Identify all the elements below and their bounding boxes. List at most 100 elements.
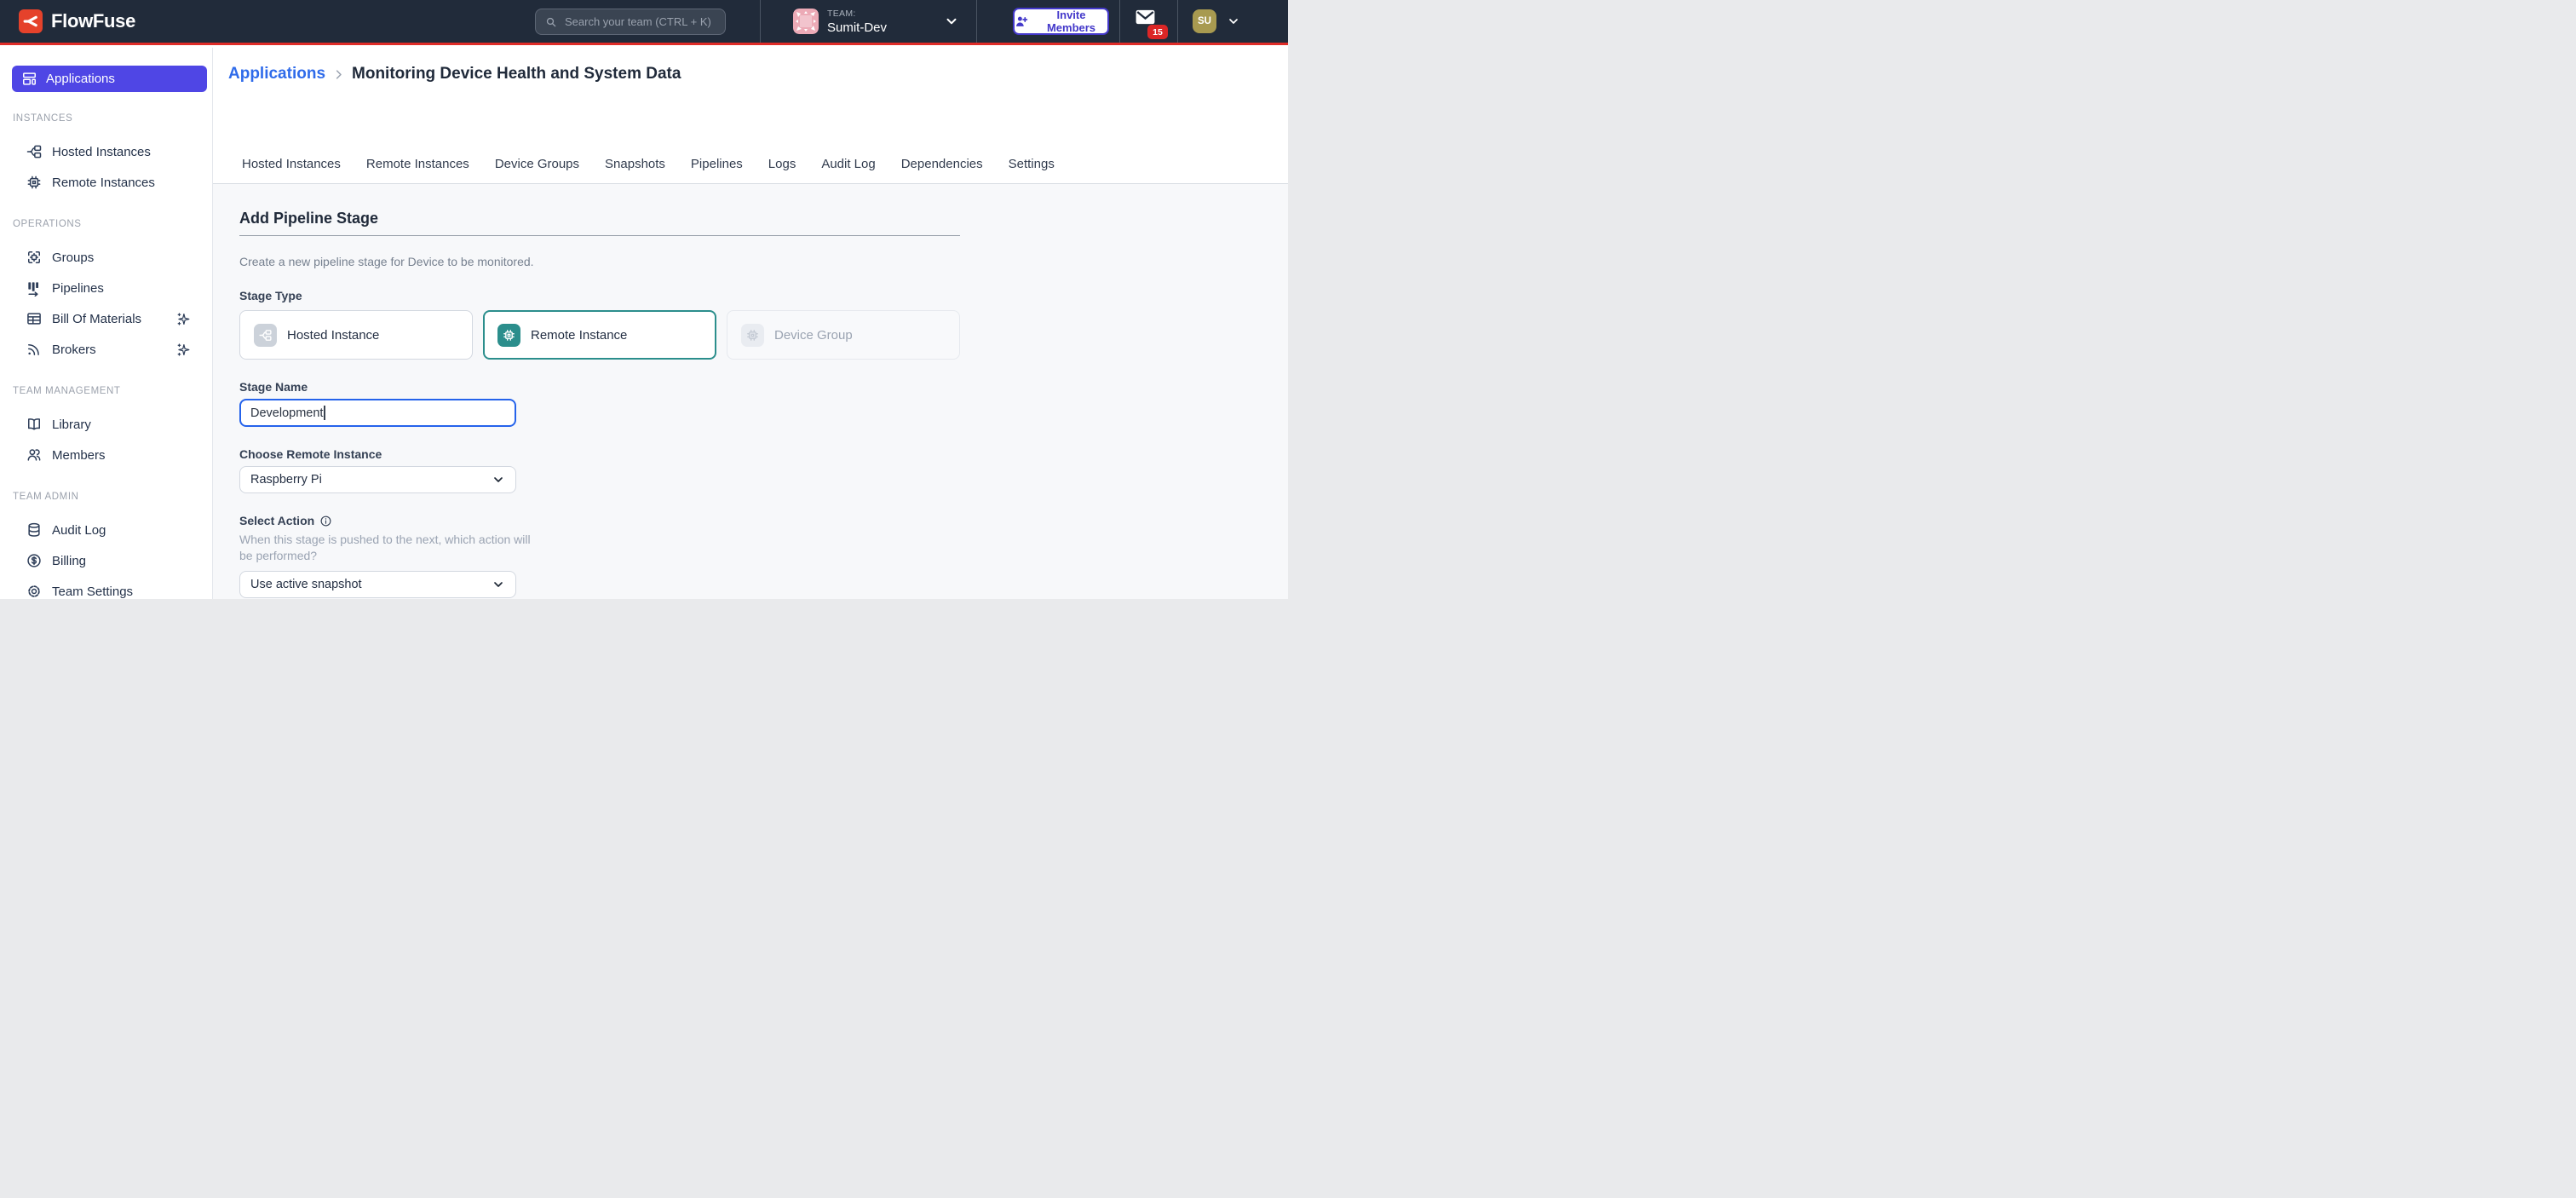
remote-instance-selected-value: Raspberry Pi: [250, 473, 322, 487]
main-header: Applications Monitoring Device Health an…: [213, 48, 1288, 184]
team-name: Sumit-Dev: [827, 20, 887, 35]
app-window: FlowFuse: [0, 0, 1288, 599]
stage-type-hosted-instance[interactable]: Hosted Instance: [239, 310, 473, 360]
hosted-instances-icon: [26, 143, 43, 160]
form-title: Add Pipeline Stage: [239, 210, 960, 228]
brokers-icon: [26, 341, 43, 358]
hosted-instance-icon: [254, 324, 277, 347]
sidebar-item-label: Library: [52, 418, 91, 432]
sidebar-item-label: Remote Instances: [52, 176, 155, 190]
sidebar-item-applications[interactable]: Applications: [12, 66, 207, 92]
members-icon: [26, 446, 43, 464]
navbar-divider: [976, 0, 977, 43]
tab-device-groups[interactable]: Device Groups: [495, 157, 579, 183]
invite-members-label: Invite Members: [1035, 9, 1107, 34]
stage-type-option-label: Remote Instance: [531, 328, 627, 343]
text-caret: [324, 406, 325, 420]
sidebar-section-title: TEAM MANAGEMENT: [0, 383, 212, 399]
team-settings-icon: [26, 583, 43, 599]
sidebar-item-label: Billing: [52, 554, 86, 568]
billing-icon: [26, 552, 43, 569]
sidebar-item-remote-instances[interactable]: Remote Instances: [0, 167, 212, 198]
action-selected-value: Use active snapshot: [250, 578, 362, 591]
groups-icon: [26, 249, 43, 266]
tab-remote-instances[interactable]: Remote Instances: [366, 157, 469, 183]
sidebar-item-team-settings[interactable]: Team Settings: [0, 576, 212, 599]
breadcrumb-applications-link[interactable]: Applications: [228, 65, 325, 84]
stage-type-label: Stage Type: [239, 289, 960, 302]
invite-members-button[interactable]: Invite Members: [1013, 8, 1109, 35]
stage-name-input[interactable]: Development: [239, 399, 516, 427]
pipelines-icon: [26, 279, 43, 297]
applications-icon: [21, 71, 37, 87]
team-avatar: [793, 9, 819, 34]
remote-instances-icon: [26, 174, 43, 191]
sidebar-item-library[interactable]: Library: [0, 409, 212, 440]
remote-instance-select[interactable]: Raspberry Pi: [239, 466, 516, 493]
team-search[interactable]: [535, 9, 726, 35]
sidebar-section-team-admin: TEAM ADMIN Audit Log: [0, 489, 212, 599]
tab-pipelines[interactable]: Pipelines: [691, 157, 743, 183]
select-action-description: When this stage is pushed to the next, w…: [239, 532, 544, 564]
sidebar-item-hosted-instances[interactable]: Hosted Instances: [0, 136, 212, 167]
notifications-button[interactable]: 15: [1134, 7, 1166, 36]
tab-audit-log[interactable]: Audit Log: [821, 157, 875, 183]
remote-instance-icon: [497, 324, 520, 347]
tab-hosted-instances[interactable]: Hosted Instances: [242, 157, 341, 183]
chevron-right-icon: [332, 68, 345, 81]
sparkles-icon: [175, 342, 192, 358]
chevron-down-icon: [492, 473, 505, 487]
stage-type-option-label: Hosted Instance: [287, 328, 379, 343]
top-navbar: FlowFuse: [0, 0, 1288, 45]
chevron-down-icon[interactable]: [1227, 14, 1240, 28]
sidebar-item-label: Team Settings: [52, 585, 133, 599]
sidebar-section-operations: OPERATIONS Groups: [0, 216, 212, 365]
navbar-divider: [1177, 0, 1178, 43]
stage-type-options: Hosted Instance Remote Instance: [239, 310, 960, 360]
sidebar-item-label: Members: [52, 448, 106, 463]
sidebar-item-pipelines[interactable]: Pipelines: [0, 273, 212, 303]
sidebar-item-label: Hosted Instances: [52, 145, 151, 159]
sidebar-item-label: Applications: [46, 72, 115, 86]
choose-remote-instance-label: Choose Remote Instance: [239, 447, 960, 461]
sidebar-item-label: Pipelines: [52, 281, 104, 296]
chevron-down-icon: [944, 14, 959, 29]
team-selector[interactable]: TEAM: Sumit-Dev: [761, 0, 976, 43]
tab-snapshots[interactable]: Snapshots: [605, 157, 665, 183]
sidebar: Applications INSTANCES Hosted Instances: [0, 48, 213, 599]
tab-bar: Hosted Instances Remote Instances Device…: [242, 157, 1055, 183]
sidebar-item-audit-log[interactable]: Audit Log: [0, 515, 212, 545]
notification-badge: 15: [1147, 25, 1168, 39]
tab-settings[interactable]: Settings: [1009, 157, 1055, 183]
pipeline-stage-form-panel: Add Pipeline Stage Create a new pipeline…: [213, 184, 1288, 599]
stage-type-device-group: Device Group: [727, 310, 960, 360]
sidebar-item-label: Brokers: [52, 343, 96, 357]
sparkles-icon: [175, 311, 192, 327]
library-icon: [26, 416, 43, 433]
sidebar-section-title: INSTANCES: [0, 111, 212, 126]
tab-dependencies[interactable]: Dependencies: [901, 157, 983, 183]
form-description: Create a new pipeline stage for Device t…: [239, 255, 960, 268]
navbar-divider: [1119, 0, 1120, 43]
tab-logs[interactable]: Logs: [768, 157, 796, 183]
main-area: Applications Monitoring Device Health an…: [213, 48, 1288, 599]
sidebar-item-label: Audit Log: [52, 523, 106, 538]
search-icon: [544, 15, 558, 29]
sidebar-item-bill-of-materials[interactable]: Bill Of Materials: [0, 303, 212, 334]
sidebar-item-billing[interactable]: Billing: [0, 545, 212, 576]
sidebar-item-members[interactable]: Members: [0, 440, 212, 470]
brand[interactable]: FlowFuse: [19, 0, 135, 43]
user-avatar[interactable]: SU: [1193, 9, 1216, 33]
sidebar-item-brokers[interactable]: Brokers: [0, 334, 212, 365]
sidebar-section-title: OPERATIONS: [0, 216, 212, 232]
info-icon[interactable]: [319, 515, 332, 527]
sidebar-item-groups[interactable]: Groups: [0, 242, 212, 273]
title-divider: [239, 235, 960, 236]
search-input[interactable]: [565, 15, 716, 28]
sidebar-section-team-management: TEAM MANAGEMENT Library: [0, 383, 212, 470]
person-plus-icon: [1015, 14, 1029, 29]
audit-log-icon: [26, 521, 43, 539]
action-select[interactable]: Use active snapshot: [239, 571, 516, 598]
stage-type-option-label: Device Group: [774, 328, 853, 343]
stage-type-remote-instance[interactable]: Remote Instance: [483, 310, 716, 360]
